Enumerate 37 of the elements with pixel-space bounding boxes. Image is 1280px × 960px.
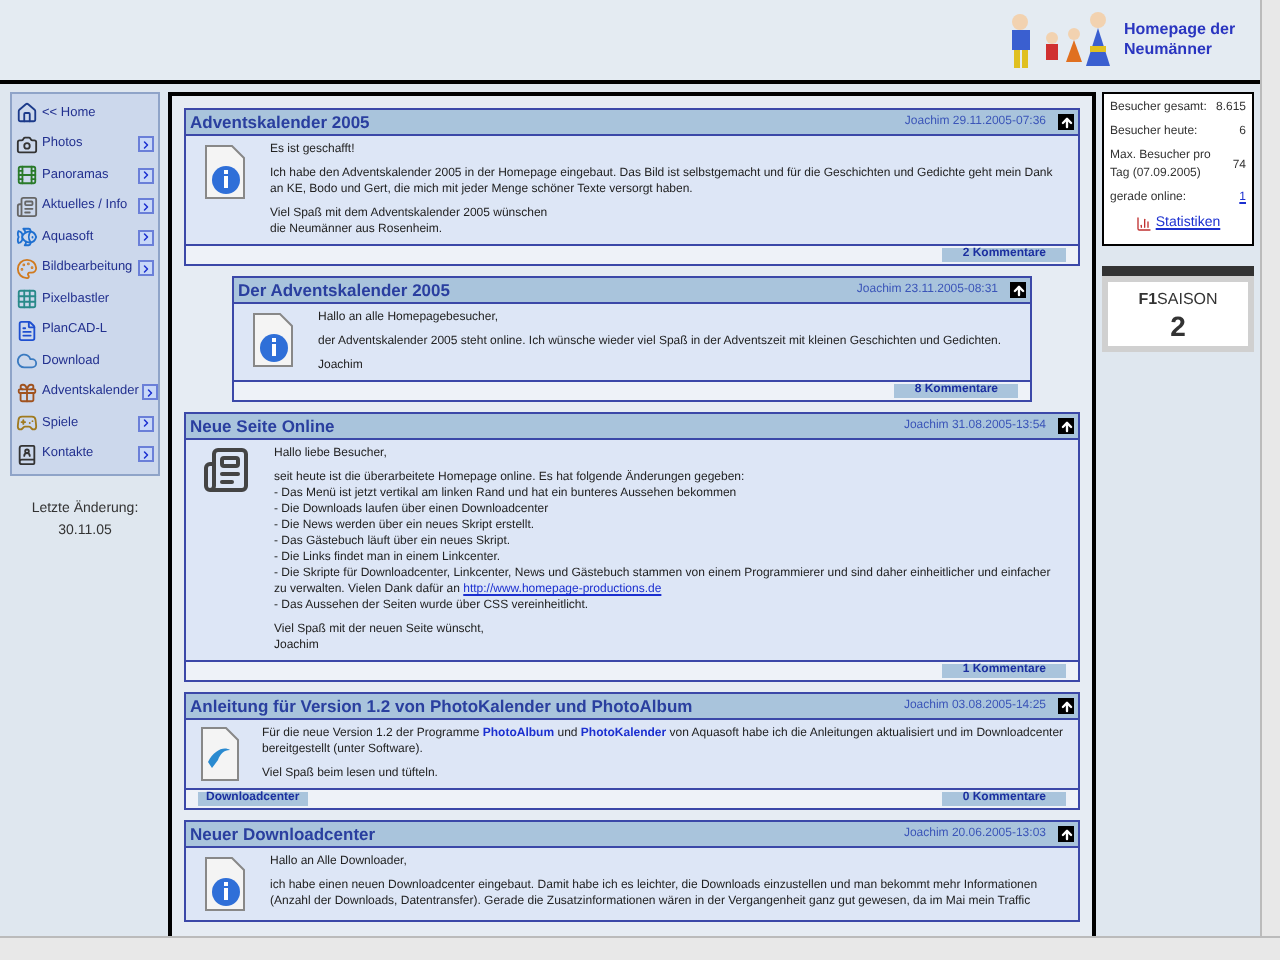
submenu-arrow-icon xyxy=(138,198,154,215)
gamepad-icon xyxy=(16,412,38,435)
document-icon xyxy=(16,319,38,342)
address-book-icon xyxy=(16,443,38,466)
bar-chart-icon xyxy=(1135,216,1152,233)
submenu-arrow-icon xyxy=(138,446,154,463)
palette-icon xyxy=(16,257,38,280)
post-title: Anleitung für Version 1.2 von PhotoKalender und PhotoAlbum xyxy=(190,693,695,719)
arrow-up-icon[interactable] xyxy=(1058,418,1074,434)
cloud-icon xyxy=(16,350,38,373)
arrow-up-icon[interactable] xyxy=(1058,114,1074,130)
badge-number: 2 xyxy=(1170,311,1186,339)
fish-icon xyxy=(16,226,38,249)
post-title: Adventskalender 2005 xyxy=(190,109,372,135)
horizontal-scrollbar[interactable] xyxy=(0,936,1280,960)
badge-title: F1SAISON xyxy=(1138,287,1218,311)
newspaper-icon xyxy=(198,446,254,494)
site-title: Homepage der Neumänner xyxy=(1124,20,1236,60)
submenu-arrow-icon xyxy=(138,136,154,153)
grid-icon xyxy=(16,288,38,311)
arrow-up-icon[interactable] xyxy=(1058,698,1074,714)
submenu-arrow-icon xyxy=(138,260,154,277)
submenu-arrow-icon xyxy=(138,167,154,184)
post-title: Neue Seite Online xyxy=(190,413,337,439)
vertical-scrollbar[interactable] xyxy=(1260,0,1280,936)
document-icon xyxy=(198,726,242,782)
post-title: Der Adventskalender 2005 xyxy=(238,277,452,303)
arrow-up-icon[interactable] xyxy=(1058,826,1074,842)
post-title: Neuer Downloadcenter xyxy=(190,821,378,847)
submenu-arrow-icon xyxy=(138,415,154,432)
gift-icon xyxy=(16,381,38,404)
house-icon xyxy=(16,102,38,125)
newspaper-icon xyxy=(16,195,38,218)
submenu-arrow-icon xyxy=(138,229,154,246)
camera-icon xyxy=(16,133,38,156)
arrow-up-icon[interactable] xyxy=(1010,282,1026,298)
film-icon xyxy=(16,164,38,187)
